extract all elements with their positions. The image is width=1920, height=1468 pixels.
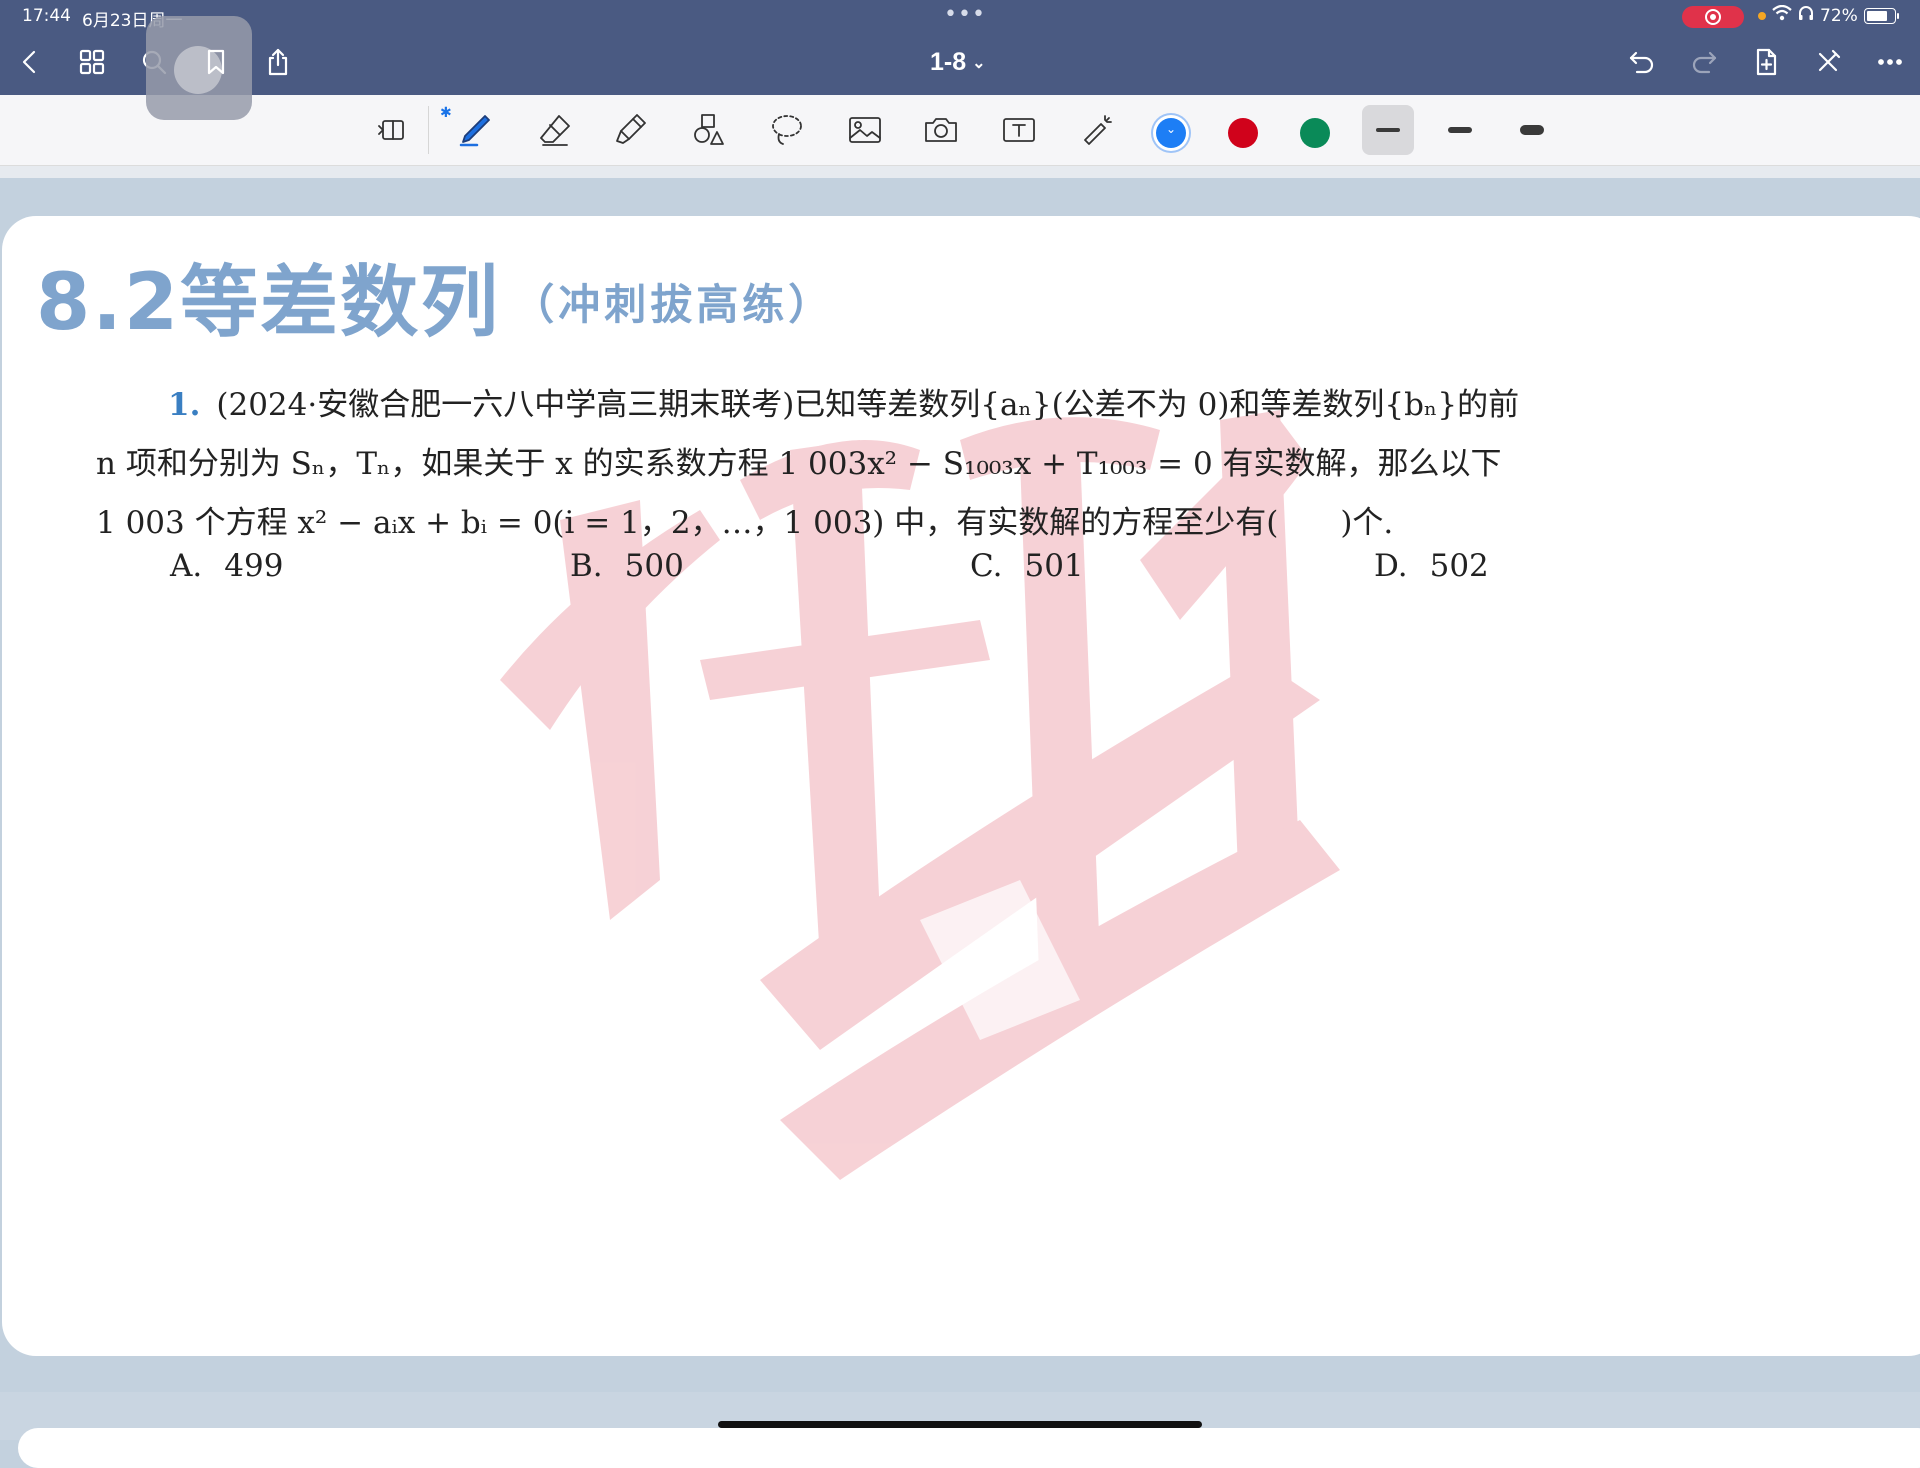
mic-indicator-icon [1758,11,1766,20]
lasso-icon [772,115,802,145]
stroke-width-thick[interactable] [1506,95,1558,165]
undo-button[interactable] [1624,44,1660,80]
more-button[interactable] [1872,44,1908,80]
redo-icon [1692,51,1717,74]
read-mode-tool[interactable] [368,105,418,155]
question-text-line-3: 1 003 个方程 x² − aᵢx + bᵢ = 0(i = 1，2，…，1 … [96,505,1394,541]
read-mode-icon [378,120,404,140]
color-swatch-red[interactable] [1228,118,1258,148]
section-title-text: 8.2等差数列 [36,258,501,348]
option-c: C. 501 [970,548,1084,584]
question-number: 1. [168,387,201,423]
grid-icon [79,49,105,75]
shapes-tool[interactable] [684,105,734,155]
option-value: 500 [624,548,684,584]
stroke-width-thin[interactable] [1362,95,1414,165]
text-box-icon [1003,118,1035,142]
page-indicator-dropdown[interactable]: 1-8 ⌄ [930,48,986,77]
question-text-line-2: n 项和分别为 Sₙ，Tₙ，如果关于 x 的实系数方程 1 003x² − S₁… [96,446,1502,482]
section-subtitle: （冲刺拔高练） [512,280,835,329]
color-swatch-blue[interactable]: ⌄ [1156,118,1186,148]
undo-icon [1629,51,1654,74]
redo-button[interactable] [1686,44,1722,80]
page-gap [0,166,1920,178]
back-button[interactable] [12,44,48,80]
laser-pointer-tool[interactable] [1072,105,1122,155]
add-page-button[interactable] [1748,44,1784,80]
color-swatch-green[interactable] [1300,118,1330,148]
option-value: 502 [1429,548,1489,584]
laser-pointer-icon [1084,115,1112,145]
option-d: D. 502 [1374,548,1489,584]
status-time: 17:44 [22,6,71,26]
lasso-tool[interactable] [762,105,812,155]
text-box-tool[interactable] [994,105,1044,155]
option-value: 499 [224,548,284,584]
share-icon [268,48,288,76]
share-button[interactable] [260,44,296,80]
status-icons: 72% [1758,4,1899,26]
camera-icon [925,118,957,142]
screen-recording-indicator[interactable] [1682,6,1744,28]
toolbar-divider [428,106,429,154]
option-b: B. 500 [570,548,684,584]
more-icon [1878,59,1902,65]
close-tools-button[interactable] [1810,44,1846,80]
option-label: D. [1374,548,1408,584]
battery-percent: 72% [1820,5,1858,26]
home-indicator[interactable] [718,1421,1202,1428]
section-title: 8.2等差数列 （冲刺拔高练） [36,240,834,352]
battery-icon [1863,7,1899,24]
stroke-width-medium[interactable] [1434,95,1486,165]
page-indicator-label: 1-8 [930,48,967,76]
shapes-icon [694,114,724,145]
option-label: A. [170,548,203,584]
page-grid-button[interactable] [74,44,110,80]
record-icon [1705,9,1721,25]
bluetooth-pencil-icon: ✱ [440,105,452,121]
pen-tool[interactable] [450,105,500,155]
highlighter-tool[interactable] [606,105,656,155]
headphones-icon [1798,5,1814,26]
question-1: 1. (2024·安徽合肥一六八中学高三期末联考)已知等差数列{aₙ}(公差不为 … [96,376,1746,553]
answer-options: A. 499 B. 500 C. 501 D. 502 [170,548,1570,598]
eraser-tool[interactable] [530,105,580,155]
chevron-down-icon: ⌄ [972,55,986,73]
back-icon [22,50,36,74]
next-document-page[interactable] [18,1428,1920,1468]
multitasking-dots-icon[interactable]: ••• [944,2,986,27]
image-icon [849,117,881,143]
wifi-icon [1772,4,1792,26]
camera-tool[interactable] [916,105,966,155]
pen-icon [459,115,490,147]
add-page-icon [1756,48,1777,76]
eraser-icon [540,115,570,146]
question-text-line-1: (2024·安徽合肥一六八中学高三期末联考)已知等差数列{aₙ}(公差不为 0)… [216,387,1520,423]
option-value: 501 [1024,548,1084,584]
annotation-toolbar: ⌄ [0,95,1920,166]
highlighter-icon [616,114,646,144]
close-icon [1818,49,1841,72]
top-navigation-bar: 17:44 6月23日周一 ••• 72% 1-8 ⌄ [0,0,1920,120]
image-tool[interactable] [840,105,890,155]
option-label: C. [970,548,1003,584]
option-a: A. 499 [170,548,283,584]
chevron-down-icon: ⌄ [1165,122,1177,136]
bookmark-icon [207,49,225,75]
bookmark-button[interactable] [198,44,234,80]
question-line-1: 1. (2024·安徽合肥一六八中学高三期末联考)已知等差数列{aₙ}(公差不为 … [96,376,1746,435]
option-label: B. [570,548,603,584]
